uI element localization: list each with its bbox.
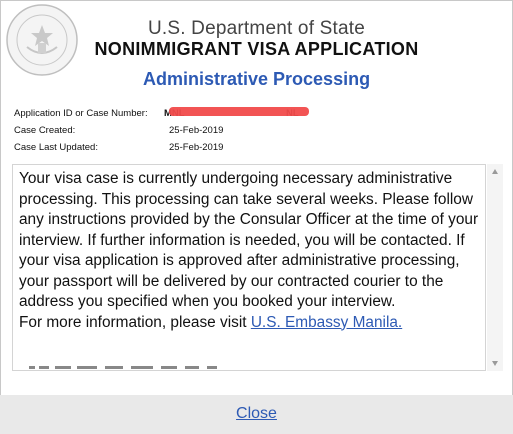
case-created-value: 25-Feb-2019 [169, 125, 224, 136]
embassy-link[interactable]: U.S. Embassy Manila. [251, 314, 402, 331]
case-updated-label: Case Last Updated: [14, 142, 98, 153]
case-created-label: Case Created: [14, 125, 76, 136]
department-name: U.S. Department of State [147, 18, 366, 39]
close-button[interactable]: Close [0, 405, 513, 423]
more-info-text: For more information, please visit [19, 313, 251, 331]
message-scrollbar[interactable] [487, 164, 503, 371]
visa-status-window: U.S. Department of State NONIMMIGRANT VI… [0, 0, 513, 396]
status-message-box[interactable]: Your visa case is currently undergoing n… [12, 164, 486, 371]
redaction-mark [169, 107, 309, 116]
dialog-footer: Close [0, 395, 513, 434]
application-title: NONIMMIGRANT VISA APPLICATION [94, 39, 419, 59]
status-message-body: Your visa case is currently undergoing n… [19, 170, 479, 310]
status-message: Your visa case is currently undergoing n… [19, 169, 481, 333]
case-number-label: Application ID or Case Number: [14, 108, 148, 119]
clipped-text-line [29, 366, 217, 369]
status-title: Administrative Processing [143, 69, 371, 89]
case-updated-value: 25-Feb-2019 [169, 142, 224, 153]
